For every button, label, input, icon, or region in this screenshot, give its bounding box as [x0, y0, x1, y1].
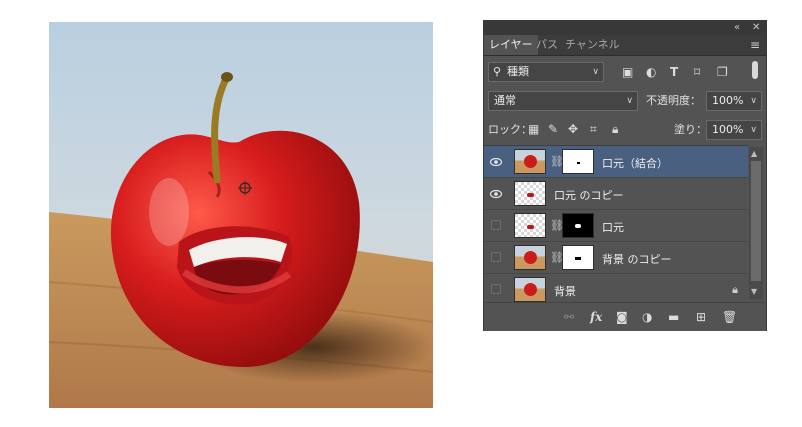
panel-tabs: レイヤー パス チャンネル ≡	[484, 35, 766, 56]
visibility-toggle[interactable]	[491, 252, 501, 262]
layer-name: 口元 のコピー	[554, 189, 624, 202]
layer-mask-thumbnail[interactable]	[562, 213, 594, 238]
layer-name: 背景 のコピー	[602, 253, 672, 266]
link-layers-icon[interactable]: ⚯	[564, 310, 574, 324]
layer-thumbnail	[514, 181, 546, 206]
chevron-down-icon: ∨	[750, 125, 757, 135]
layer-row-mouth-merged[interactable]: ⛓ 口元（結合）	[484, 146, 748, 178]
lock-icon[interactable]: 🔒︎	[732, 283, 738, 297]
tab-paths[interactable]: パス	[531, 35, 563, 55]
lock-image-pixels-icon[interactable]: ✎	[548, 122, 558, 136]
layer-thumbnail	[514, 149, 546, 174]
layer-name: 背景	[554, 285, 576, 298]
opacity-value: 100%	[712, 94, 744, 107]
layer-filter-value: 種類	[507, 65, 529, 78]
layer-row-mouth[interactable]: ⛓ 口元	[484, 210, 748, 242]
layer-name: 口元	[602, 221, 624, 234]
layer-mask-thumbnail[interactable]	[562, 245, 594, 270]
opacity-input[interactable]: 100% ∨	[706, 91, 762, 111]
chevron-down-icon: ∨	[592, 67, 599, 77]
pixel-layer-filter-icon[interactable]: ▣	[622, 65, 633, 79]
tab-channels[interactable]: チャンネル	[560, 35, 625, 55]
scrollbar-thumb[interactable]	[751, 161, 761, 281]
new-layer-icon[interactable]: ⊞	[696, 310, 706, 324]
type-filter-icon[interactable]: T	[670, 65, 678, 79]
shape-filter-icon[interactable]: ⌑	[694, 65, 700, 79]
lock-position-icon[interactable]: ✥	[568, 122, 578, 136]
trash-icon[interactable]: 🗑︎	[722, 310, 737, 324]
visibility-toggle[interactable]	[491, 220, 501, 230]
apple-photo	[49, 22, 433, 408]
apple-highlight	[149, 178, 189, 246]
tab-layers[interactable]: レイヤー	[484, 35, 538, 55]
layer-filter-select[interactable]: ⚲ 種類 ∨	[488, 62, 604, 82]
layers-scrollbar[interactable]: ▲ ▼	[749, 147, 763, 299]
panel-bottom-toolbar: ⚯ fx ◙ ◑ ▬ ⊞ 🗑︎	[484, 302, 766, 331]
chevron-down-icon: ∨	[750, 96, 757, 106]
filter-toggle-switch[interactable]	[752, 61, 758, 79]
folder-icon[interactable]: ▬	[668, 310, 679, 324]
lock-artboard-icon[interactable]: ⌗	[590, 122, 597, 136]
scroll-up-icon[interactable]: ▲	[751, 149, 757, 158]
eye-icon[interactable]	[490, 188, 502, 200]
visibility-toggle[interactable]	[491, 284, 501, 294]
layer-thumbnail	[514, 213, 546, 238]
layer-name: 口元（結合）	[602, 157, 668, 170]
layers-list: ⛓ 口元（結合） 口元 のコピー ⛓ 口元 ⛓ 背景 のコピー 背景 🔒︎	[484, 145, 748, 306]
adjustment-filter-icon[interactable]: ◐	[646, 65, 656, 79]
fx-icon[interactable]: fx	[590, 310, 602, 324]
layer-thumbnail	[514, 245, 546, 270]
adjustment-layer-icon[interactable]: ◑	[642, 310, 652, 324]
layer-row-mouth-copy[interactable]: 口元 のコピー	[484, 178, 748, 210]
fill-label: 塗り：	[674, 123, 707, 136]
layer-mask-thumbnail[interactable]	[562, 149, 594, 174]
search-icon: ⚲	[493, 65, 502, 78]
eye-icon[interactable]	[490, 156, 502, 168]
lock-all-icon[interactable]: 🔒︎	[612, 122, 618, 136]
layer-row-background-copy[interactable]: ⛓ 背景 のコピー	[484, 242, 748, 274]
scroll-down-icon[interactable]: ▼	[751, 287, 757, 296]
smart-object-filter-icon[interactable]: ❐	[717, 65, 728, 79]
lock-transparent-pixels-icon[interactable]: ▦	[528, 122, 539, 136]
blend-mode-select[interactable]: 通常 ∨	[488, 91, 638, 111]
layer-thumbnail	[514, 277, 546, 302]
panel-title-bar: « ✕	[484, 21, 766, 35]
opacity-label: 不透明度：	[646, 94, 701, 107]
fill-input[interactable]: 100% ∨	[706, 120, 762, 140]
layers-panel: « ✕ レイヤー パス チャンネル ≡ ⚲ 種類 ∨ ▣ ◐ T ⌑ ❐ 通常 …	[483, 20, 767, 331]
lock-label: ロック：	[488, 123, 532, 136]
blend-mode-value: 通常	[494, 94, 516, 107]
fill-value: 100%	[712, 123, 744, 136]
double-chevron-icon[interactable]: «	[734, 21, 740, 35]
add-mask-icon[interactable]: ◙	[616, 310, 628, 324]
canvas-image[interactable]	[49, 22, 433, 408]
close-icon[interactable]: ✕	[752, 21, 760, 35]
chevron-down-icon: ∨	[626, 96, 633, 106]
hamburger-menu-icon[interactable]: ≡	[750, 38, 760, 52]
